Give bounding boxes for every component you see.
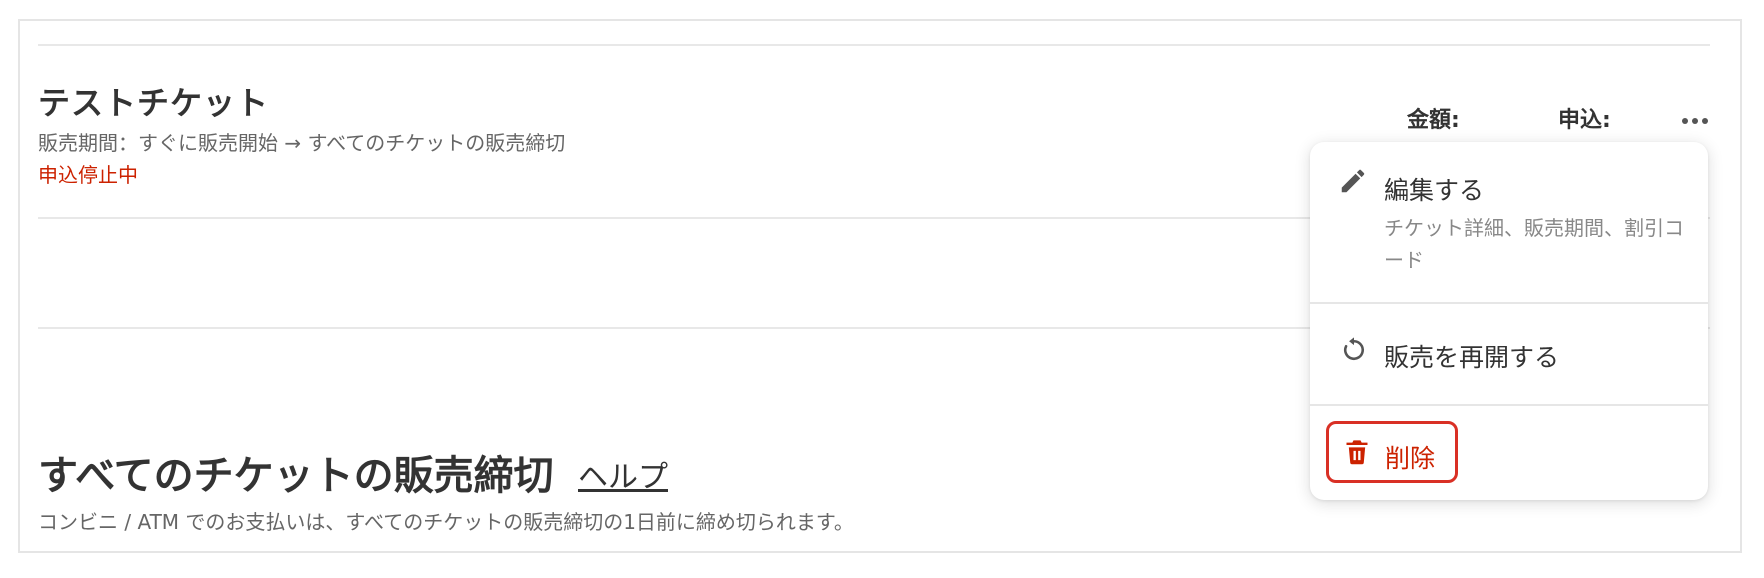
edit-description: チケット詳細、販売期間、割引コード: [1384, 216, 1684, 272]
ticket-name: テストチケット: [38, 84, 270, 122]
divider: [38, 44, 1710, 46]
ticket-action-menu: 編集する チケット詳細、販売期間、割引コード 販売を再開する 削除: [1310, 142, 1708, 500]
menu-divider: [1310, 404, 1708, 406]
ticket-sales-period: 販売期間：すぐに販売開始 → すべてのチケットの販売締切: [38, 131, 566, 155]
delete-menu-item[interactable]: 削除: [1326, 421, 1458, 483]
resume-sales-menu-item[interactable]: 販売を再開する: [1310, 304, 1708, 404]
help-link[interactable]: ヘルプ: [578, 452, 668, 496]
amount-label: 金額:: [1407, 108, 1460, 133]
trash-icon: [1343, 437, 1371, 467]
edit-label: 編集する: [1384, 176, 1485, 205]
section-note: コンビニ / ATM でのお支払いは、すべてのチケットの販売締切の1日前に締め切…: [38, 510, 854, 534]
ticket-status: 申込停止中: [38, 163, 138, 187]
applications-label: 申込:: [1558, 108, 1611, 133]
pencil-icon: [1338, 166, 1368, 196]
resume-sales-label: 販売を再開する: [1384, 343, 1560, 372]
refresh-icon: [1340, 336, 1368, 364]
more-horizontal-icon[interactable]: [1682, 116, 1710, 126]
delete-label: 削除: [1385, 444, 1436, 473]
section-title: すべてのチケットの販売締切: [38, 453, 554, 499]
edit-menu-item[interactable]: 編集する チケット詳細、販売期間、割引コード: [1310, 142, 1708, 302]
